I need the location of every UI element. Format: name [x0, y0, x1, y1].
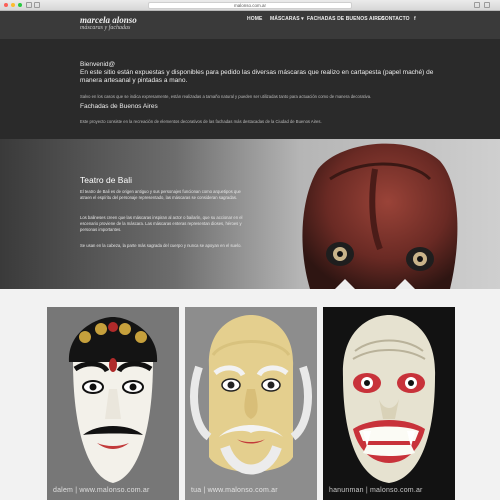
close-window-icon[interactable]: [4, 3, 8, 7]
intro-note: Salvo en los casos que se indica expresa…: [80, 94, 372, 99]
facebook-icon[interactable]: f: [414, 16, 416, 22]
forward-icon[interactable]: [34, 2, 40, 8]
gallery-item-hanunman[interactable]: hanunman | malonso.com.ar: [323, 307, 455, 500]
intro-section: Bienvenid@ En este sitio están expuestas…: [0, 39, 500, 139]
site-header: marcela alonso máscaras y fachadas HOME …: [0, 11, 500, 39]
teatro-title: Teatro de Bali: [80, 175, 132, 185]
dalem-mask-image: [47, 307, 179, 500]
teatro-paragraph-1: El teatro de Bali es de origen antiguo y…: [80, 189, 241, 200]
nav-contacto[interactable]: CONTACTO: [381, 16, 410, 22]
mask-gallery: dalem | www.malonso.com.ar tua | www.mal…: [0, 289, 500, 500]
teatro-paragraph-2: Los balineses creen que las máscaras ins…: [80, 215, 243, 232]
intro-lead: En este sitio están expuestas y disponib…: [80, 69, 434, 84]
minimize-window-icon[interactable]: [11, 3, 15, 7]
caption-hanunman: hanunman | malonso.com.ar: [329, 487, 423, 494]
tua-mask-image: [185, 307, 317, 500]
share-icon[interactable]: [474, 2, 480, 8]
gallery-item-dalem[interactable]: dalem | www.malonso.com.ar: [47, 307, 179, 500]
hanunman-mask-image: [323, 307, 455, 500]
nav-home[interactable]: HOME: [247, 16, 262, 22]
logo-subtitle: máscaras y fachadas: [80, 25, 131, 31]
logo-name[interactable]: marcela alonso: [80, 15, 137, 25]
nav-fachadas[interactable]: FACHADAS DE BUENOS AIRES: [307, 16, 385, 22]
gallery-item-tua[interactable]: tua | www.malonso.com.ar: [185, 307, 317, 500]
caption-dalem: dalem | www.malonso.com.ar: [53, 487, 150, 494]
greeting: Bienvenid@: [80, 61, 116, 68]
teatro-section: Teatro de Bali El teatro de Bali es de o…: [0, 139, 500, 289]
back-icon[interactable]: [26, 2, 32, 8]
maximize-window-icon[interactable]: [18, 3, 22, 7]
address-bar[interactable]: malonso.com.ar: [148, 2, 352, 9]
red-mask-image: [302, 143, 458, 289]
fachadas-text: Este proyecto consiste en la recreación …: [80, 119, 322, 124]
window-controls: [4, 3, 22, 7]
nav-mascaras[interactable]: MÁSCARAS ▾: [270, 16, 304, 22]
teatro-paragraph-3: Se usan en la cabeza, la parte más sagra…: [80, 243, 242, 248]
tabs-icon[interactable]: [484, 2, 490, 8]
fachadas-heading: Fachadas de Buenos Aires: [80, 103, 158, 110]
caption-tua: tua | www.malonso.com.ar: [191, 487, 278, 494]
browser-toolbar: malonso.com.ar: [0, 0, 500, 11]
